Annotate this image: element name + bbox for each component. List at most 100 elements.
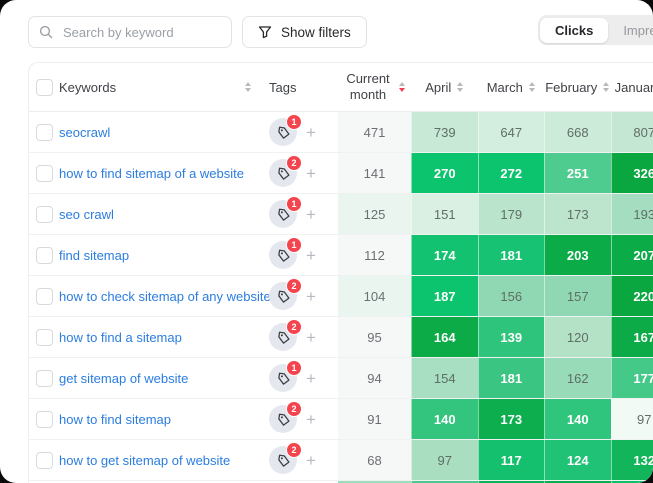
keyword-link[interactable]: how to check sitemap of any website [59,289,271,304]
keywords-table: Keywords Tags Current month April March … [28,62,653,483]
column-header-keywords[interactable]: Keywords [59,63,261,111]
tag-button-wrap: 2 [269,282,297,310]
keyword-link[interactable]: how to find sitemap of a website [59,166,244,181]
funnel-icon [258,25,272,39]
month-value-cell: 97 [411,440,478,480]
sort-icon-month[interactable] [457,82,463,92]
month-header-label: April [425,80,451,95]
month-value-cell: 157 [544,276,611,316]
month-value-cell: 203 [544,235,611,275]
keyword-link[interactable]: how to find sitemap [59,412,171,427]
month-value-cell: 139 [478,317,545,357]
month-value-cell: 174 [411,235,478,275]
column-header-month[interactable]: January [611,63,653,111]
row-checkbox[interactable] [36,124,53,141]
add-tag-button[interactable]: + [306,370,316,387]
month-value-cell: 187 [411,276,478,316]
keyword-cell: how to find sitemap of a website [59,153,261,193]
tag-count-badge: 1 [286,196,302,212]
row-checkbox[interactable] [36,288,53,305]
sort-icon-month[interactable] [529,82,535,92]
add-tag-button[interactable]: + [306,411,316,428]
month-value-cell: 124 [544,440,611,480]
add-tag-button[interactable]: + [306,329,316,346]
row-checkbox[interactable] [36,370,53,387]
keyword-link[interactable]: seocrawl [59,125,110,140]
month-value-cell: 739 [411,112,478,152]
month-value-cell: 167 [611,317,653,357]
tags-cell: 1 + [261,235,338,275]
search-input[interactable] [61,24,221,41]
table-body: seocrawl 1 + 471 739647668807 how to fin… [29,112,653,483]
tag-count-badge: 2 [286,401,302,417]
tag-count-badge: 1 [286,114,302,130]
show-filters-button[interactable]: Show filters [242,16,367,48]
tags-cell: 2 + [261,153,338,193]
table-row: how to find sitemap of a website 2 + 141… [29,153,653,194]
keyword-cell: how to get sitemap of website [59,440,261,480]
month-value-cell: 193 [611,194,653,234]
month-value-cell: 647 [478,112,545,152]
current-month-cell: 91 [338,399,411,439]
month-value-cell: 807 [611,112,653,152]
row-checkbox[interactable] [36,247,53,264]
column-header-month[interactable]: February [544,63,611,111]
current-month-cell: 125 [338,194,411,234]
sort-icon-current-month-active-desc[interactable] [399,82,405,92]
add-tag-button[interactable]: + [306,288,316,305]
sort-icon-month[interactable] [603,82,609,92]
tags-cell: 1 + [261,358,338,398]
select-all-checkbox[interactable] [36,79,53,96]
month-value-cell: 270 [411,153,478,193]
row-checkbox-cell [29,194,59,234]
tags-cell: 2 + [261,399,338,439]
month-value-cell: 154 [411,358,478,398]
add-tag-button[interactable]: + [306,206,316,223]
toggle-option-impressions[interactable]: Impressions [608,18,653,43]
row-checkbox-cell [29,440,59,480]
row-checkbox[interactable] [36,411,53,428]
keyword-link[interactable]: get sitemap of website [59,371,188,386]
month-value-cell: 132 [611,440,653,480]
month-value-cell: 97 [611,399,653,439]
tag-button-wrap: 1 [269,200,297,228]
table-row: seocrawl 1 + 471 739647668807 [29,112,653,153]
row-checkbox-cell [29,112,59,152]
month-value-cell: 179 [478,194,545,234]
row-checkbox[interactable] [36,206,53,223]
month-value-cell: 156 [478,276,545,316]
keyword-cell: how to find a sitemap [59,317,261,357]
tag-button-wrap: 1 [269,118,297,146]
keyword-link[interactable]: how to get sitemap of website [59,453,230,468]
toggle-option-clicks[interactable]: Clicks [540,18,608,43]
keyword-link[interactable]: find sitemap [59,248,129,263]
row-checkbox[interactable] [36,165,53,182]
tag-count-badge: 1 [286,237,302,253]
row-checkbox-cell [29,276,59,316]
table-row: seo crawl 1 + 125 151179173193 [29,194,653,235]
row-checkbox-cell [29,399,59,439]
table-header-row: Keywords Tags Current month April March … [29,63,653,112]
column-header-month[interactable]: April [411,63,478,111]
row-checkbox[interactable] [36,452,53,469]
table-row: find sitemap 1 + 112 174181203207 [29,235,653,276]
sort-icon-keywords[interactable] [245,82,251,92]
column-header-current-month[interactable]: Current month [338,63,411,111]
add-tag-button[interactable]: + [306,452,316,469]
keyword-link[interactable]: seo crawl [59,207,114,222]
keyword-link[interactable]: how to find a sitemap [59,330,182,345]
table-row: how to get sitemap of website 2 + 68 971… [29,440,653,481]
month-value-cell: 207 [611,235,653,275]
add-tag-button[interactable]: + [306,247,316,264]
add-tag-button[interactable]: + [306,165,316,182]
add-tag-button[interactable]: + [306,124,316,141]
keyword-search-box[interactable] [28,16,232,48]
month-value-cell: 326 [611,153,653,193]
month-value-cell: 177 [611,358,653,398]
row-checkbox[interactable] [36,329,53,346]
column-header-month[interactable]: March [478,63,545,111]
tag-count-badge: 2 [286,319,302,335]
current-month-cell: 112 [338,235,411,275]
tag-button-wrap: 1 [269,364,297,392]
month-value-cell: 181 [478,235,545,275]
